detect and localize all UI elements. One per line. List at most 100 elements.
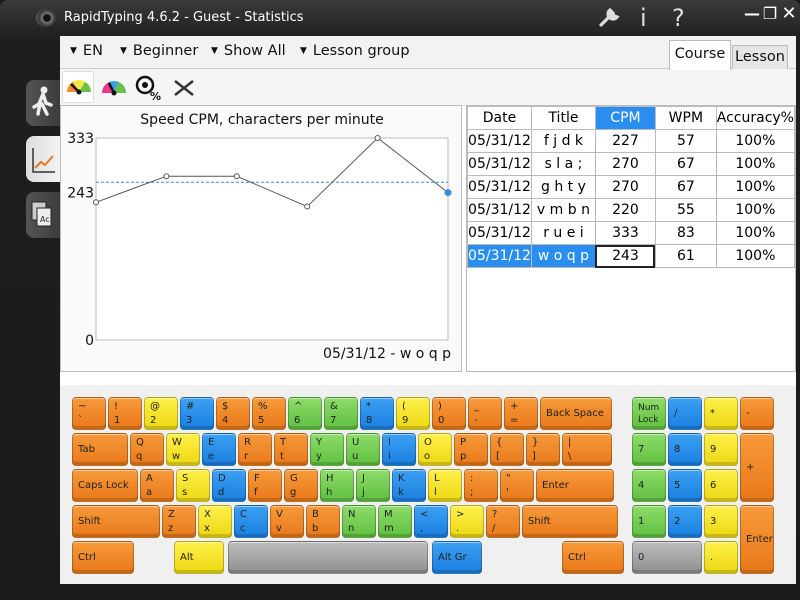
table-cell: 61 (654, 244, 717, 268)
key-sublabel: \ (568, 451, 572, 462)
key-label: 0 (638, 551, 645, 563)
key-label: 1 (638, 515, 645, 527)
chart-icon (32, 148, 55, 173)
numpad-key-5: 5 (668, 469, 702, 502)
table-cell: 67 (654, 175, 717, 199)
key-w: Ww (166, 433, 200, 466)
key-symbol: _ - (468, 397, 502, 430)
key-label: ) (438, 401, 442, 412)
numpad-key-symbol: . (704, 541, 738, 574)
key-symbol: + = (504, 397, 538, 430)
key-sublabel: ; (470, 487, 474, 498)
key-label: Enter (542, 479, 569, 491)
key-sublabel: 1 (114, 415, 121, 426)
key-label: 4 (638, 479, 645, 491)
clear-statistics-button[interactable] (168, 71, 200, 103)
table-cell: 100% (715, 198, 796, 222)
column-header[interactable]: WPM (654, 106, 717, 130)
data-point (163, 173, 170, 180)
key-label: J (362, 473, 365, 484)
numpad-key-4: 4 (632, 469, 666, 502)
table-cell: f j d k (530, 129, 596, 153)
key-label: K (398, 473, 405, 484)
column-header[interactable]: Title (530, 106, 596, 130)
main-content: ▼ EN ▼ Beginner ▼ Show All ▼ Lesson group Co… (60, 36, 796, 584)
key-back-space: Back Space (540, 397, 612, 430)
column-header[interactable]: CPM (594, 106, 656, 130)
key-sublabel: ` (78, 415, 83, 426)
key-label: Alt (180, 551, 194, 563)
group-dropdown[interactable]: ▼ Lesson group (300, 43, 410, 59)
help-icon[interactable]: ? (672, 4, 685, 32)
statistics-table: Date Title CPM WPM Accuracy% 05/31/12 f j d k… (467, 106, 796, 268)
table-row[interactable]: 05/31/12 v m b n 220 55 100% (467, 198, 796, 222)
key-label: Tab (78, 443, 95, 455)
toolbar: ▼ EN ▼ Beginner ▼ Show All ▼ Lesson group Co… (60, 36, 796, 70)
language-dropdown[interactable]: ▼ EN (70, 43, 103, 59)
key-label: . (710, 551, 714, 563)
key-symbol: :; (464, 469, 498, 502)
key-a: Aa (140, 469, 174, 502)
key-symbol: & 7 (324, 397, 358, 430)
close-button[interactable]: ✕ (779, 5, 799, 23)
key-label: U (352, 437, 360, 448)
key-sublabel: c (240, 523, 246, 534)
data-point (233, 173, 240, 180)
key-label: Ctrl (78, 551, 96, 563)
key-label: + (746, 461, 755, 473)
y-tick-label: 243 (67, 186, 94, 202)
table-row[interactable]: 05/31/12 g h t y 270 67 100% (467, 175, 796, 199)
key-sublabel: x (204, 523, 210, 534)
sidebar-item-editor[interactable]: Ac (26, 192, 62, 238)
table-row[interactable]: 05/31/12 r u e i 333 83 100% (467, 221, 796, 245)
tab-course[interactable]: Course (669, 40, 731, 70)
key-r: Rr (238, 433, 272, 466)
key-enter: Enter (536, 469, 614, 502)
table-cell: 100% (715, 175, 796, 199)
level-dropdown[interactable]: ▼ Beginner (120, 43, 198, 59)
minimize-button[interactable]: — (742, 5, 762, 23)
table-row[interactable]: 05/31/12 f j d k 227 57 100% (467, 129, 796, 153)
key-label: 3 (710, 515, 717, 527)
key-label: % (258, 401, 268, 412)
column-header[interactable]: Date (467, 106, 532, 130)
table-row[interactable]: 05/31/12 s l a ; 270 67 100% (467, 152, 796, 176)
key-label: M (384, 509, 393, 520)
table-cell: s l a ; (530, 152, 596, 176)
settings-wrench-icon[interactable] (598, 6, 622, 34)
key-label: Ctrl (568, 551, 586, 563)
key-o: Oo (418, 433, 452, 466)
table-row[interactable]: 05/31/12 w o q p 243 61 100% (467, 244, 796, 268)
key-label: G (290, 473, 298, 484)
table-cell: 243 (594, 244, 656, 268)
key-ctrl: Ctrl (72, 541, 134, 574)
numpad-key-0: 0 (632, 541, 702, 574)
key-q: Qq (130, 433, 164, 466)
svg-text:Ac: Ac (40, 215, 50, 224)
key-symbol: $4 (216, 397, 250, 430)
maximize-button[interactable]: ❐ (760, 5, 780, 23)
tab-lesson[interactable]: Lesson (732, 45, 788, 70)
filter-dropdown[interactable]: ▼ Show All (211, 43, 286, 59)
key-label: * (366, 401, 371, 412)
info-icon[interactable]: i (640, 4, 647, 32)
speed-chart-button[interactable] (62, 71, 94, 103)
column-header[interactable]: Accuracy% (715, 106, 796, 130)
sidebar-item-statistics[interactable] (26, 136, 62, 182)
filter-label: Show All (223, 43, 286, 59)
speedometer-icon (67, 80, 91, 95)
table-cell: 05/31/12 (467, 129, 532, 153)
accuracy-chart-button[interactable] (98, 71, 130, 103)
key-symbol: ^ 6 (288, 397, 322, 430)
key-symbol: @2 (144, 397, 178, 430)
key-label: T (280, 437, 287, 448)
errors-chart-button[interactable]: % (132, 71, 164, 103)
chart-caption: 05/31/12 - w o q p (323, 346, 451, 362)
key-label: Q (136, 437, 144, 448)
key-v: Vv (270, 505, 304, 538)
numpad-key-7: 7 (632, 433, 666, 466)
level-label: Beginner (132, 43, 199, 59)
key-label: : (470, 473, 474, 484)
table-cell: 05/31/12 (467, 221, 532, 245)
sidebar-item-lessons[interactable] (26, 80, 62, 126)
